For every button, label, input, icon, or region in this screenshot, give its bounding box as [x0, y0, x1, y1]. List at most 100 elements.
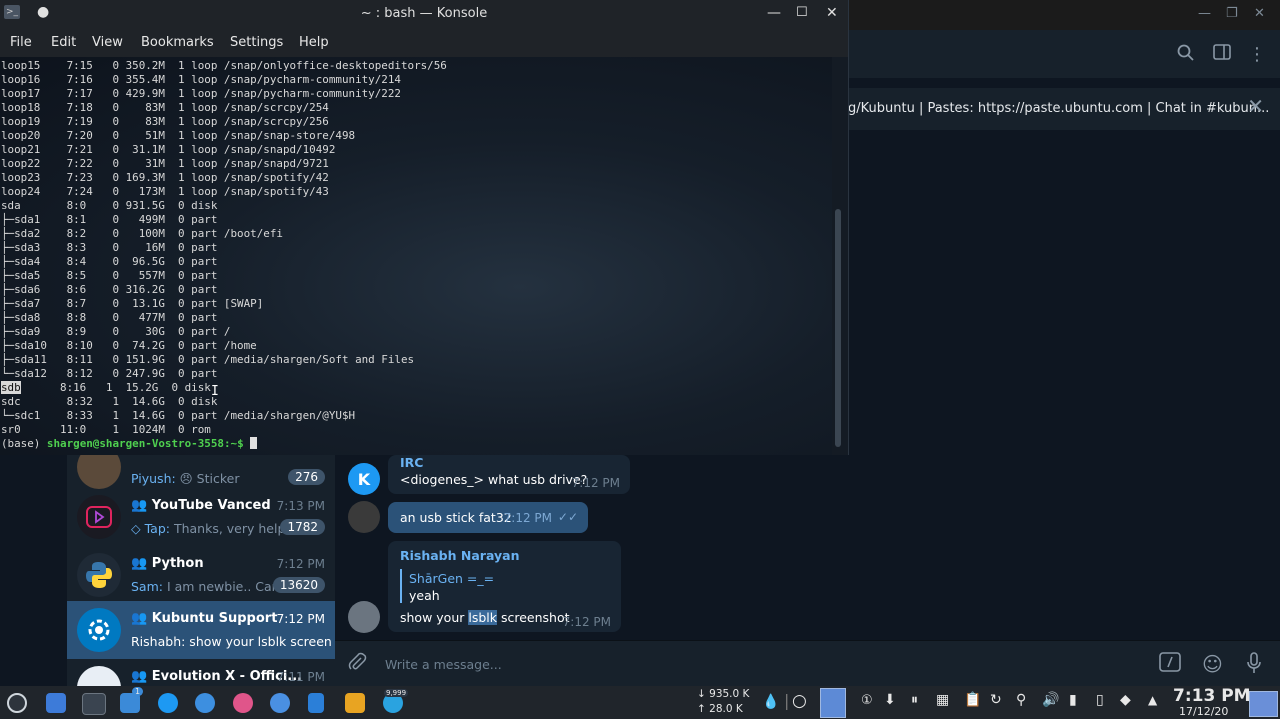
- terminal-output[interactable]: loop15 7:15 0 350.2M 1 loop /snap/onlyof…: [0, 57, 832, 455]
- wifi-icon[interactable]: ◆: [1120, 692, 1131, 708]
- youtube-vanced-avatar: [77, 495, 121, 539]
- close-pinned-icon[interactable]: ✕: [1247, 94, 1264, 118]
- sidebar-toggle-icon[interactable]: [1213, 44, 1231, 65]
- close-icon[interactable]: ✕: [1254, 6, 1265, 21]
- prompt-user: shargen@shargen-Vostro-3558: [46, 437, 224, 450]
- menu-edit[interactable]: Edit: [51, 35, 76, 50]
- chat-avatar: [77, 666, 121, 686]
- message-sender: Rishabh Narayan: [400, 548, 520, 563]
- message-text: show your lsblk screenshot: [400, 610, 570, 625]
- download-manager-icon[interactable]: [308, 693, 324, 713]
- emoji-icon[interactable]: ☺: [1202, 652, 1223, 676]
- minimize-icon[interactable]: —: [1198, 6, 1211, 21]
- circle-icon[interactable]: ○: [792, 691, 807, 711]
- telegram-titlebar: — ❐ ✕: [848, 0, 1280, 30]
- unread-badge: 13620: [272, 577, 325, 593]
- quote-text: yeah: [409, 588, 440, 603]
- python-avatar: [77, 553, 121, 597]
- clock-date[interactable]: 17/12/20: [1179, 705, 1228, 718]
- chrome-icon[interactable]: [270, 693, 290, 713]
- pinned-message-bar[interactable]: g/Kubuntu | Pastes: https://paste.ubuntu…: [848, 88, 1280, 130]
- video-player-icon[interactable]: [345, 693, 365, 713]
- clock-time[interactable]: 7:13 PM: [1173, 686, 1251, 706]
- chat-header: ⋮: [848, 30, 1280, 78]
- more-menu-icon[interactable]: ⋮: [1248, 44, 1266, 65]
- user-avatar[interactable]: [348, 601, 380, 633]
- pinned-message-text: g/Kubuntu | Pastes: https://paste.ubuntu…: [848, 101, 1270, 116]
- phone-icon[interactable]: ▯: [1096, 692, 1104, 708]
- search-icon[interactable]: [1177, 44, 1195, 67]
- telegram-badge: 9,999: [384, 689, 409, 697]
- app-launcher-icon[interactable]: [7, 693, 27, 713]
- volume-icon[interactable]: 🔊: [1042, 692, 1059, 708]
- restore-icon[interactable]: ❐: [1226, 6, 1238, 21]
- menu-help[interactable]: Help: [299, 35, 329, 50]
- commands-icon[interactable]: [1159, 652, 1181, 677]
- terminal-line: loop15 7:15 0 350.2M 1 loop /snap/onlyof…: [1, 59, 447, 72]
- download-icon[interactable]: ⬇: [884, 692, 896, 708]
- chat-name: 👥 YouTube Vanced: [131, 498, 271, 513]
- chat-time: 7:12 PM: [276, 557, 325, 571]
- terminal-line: ├─sda5 8:5 0 557M 0 part: [1, 269, 218, 282]
- terminal-text: loop15 7:15 0 350.2M 1 loop /snap/onlyof…: [1, 59, 447, 451]
- text-cursor: [250, 437, 258, 449]
- terminal-line: └─sdc1 8:33 1 14.6G 0 part /media/sharge…: [1, 409, 356, 422]
- net-upload-speed: ↑ 28.0 K: [697, 703, 743, 715]
- konsole-task-icon[interactable]: [82, 693, 106, 715]
- microphone-icon[interactable]: [1246, 652, 1262, 679]
- menu-bookmarks[interactable]: Bookmarks: [141, 35, 214, 50]
- menu-file[interactable]: File: [10, 35, 32, 50]
- kde-connect-icon[interactable]: [158, 693, 178, 713]
- show-desktop-icon[interactable]: [1249, 691, 1278, 717]
- close-icon[interactable]: ✕: [826, 5, 838, 21]
- terminal-line: sdc 8:32 1 14.6G 0 disk: [1, 395, 218, 408]
- screenshot-icon[interactable]: ▦: [936, 692, 949, 708]
- konsole-titlebar[interactable]: >_ ● ~ : bash — Konsole — ☐ ✕: [0, 0, 848, 29]
- message-composer: Write a message... ☺: [335, 640, 1280, 687]
- clipboard-icon[interactable]: 📋: [964, 692, 981, 708]
- cleaner-icon[interactable]: [233, 693, 253, 713]
- scrollbar-thumb[interactable]: [835, 209, 841, 447]
- menu-settings[interactable]: Settings: [230, 35, 283, 50]
- battery-icon[interactable]: ▮: [1069, 692, 1077, 708]
- prompt-path: :~$: [223, 437, 251, 450]
- update-icon[interactable]: ①: [861, 693, 873, 708]
- files-icon[interactable]: [120, 693, 140, 713]
- droplet-icon[interactable]: 💧: [762, 694, 779, 710]
- chat-time: 7:12 PM: [276, 612, 325, 626]
- message-outgoing[interactable]: an usb stick fat32 7:12 PM ✓✓: [388, 502, 588, 533]
- message-reply[interactable]: Rishabh Narayan ShārGen =_= yeah show yo…: [388, 541, 621, 632]
- chat-list-item[interactable]: 👥 Python 7:12 PM Sam: I am newbie.. Can …: [67, 546, 335, 604]
- menu-view[interactable]: View: [92, 35, 123, 50]
- pager-desktop-icon[interactable]: [820, 688, 846, 718]
- message-input[interactable]: Write a message...: [385, 657, 502, 672]
- attach-icon[interactable]: [347, 652, 367, 677]
- chat-list-item[interactable]: 👥 YouTube Vanced 7:13 PM ◇ Tap: Thanks, …: [67, 488, 335, 546]
- kde-avatar[interactable]: K: [348, 463, 380, 495]
- media-pause-icon[interactable]: ⏸: [911, 692, 918, 708]
- unread-badge: 1782: [280, 519, 325, 535]
- terminal-line: loop22 7:22 0 31M 1 loop /snap/snapd/972…: [1, 157, 329, 170]
- terminal-line: loop19 7:19 0 83M 1 loop /snap/scrcpy/25…: [1, 115, 329, 128]
- kde-icon: K: [357, 469, 371, 489]
- kmail-icon[interactable]: [46, 693, 66, 713]
- maximize-icon[interactable]: ☐: [796, 5, 808, 20]
- terminal-line: loop23 7:23 0 169.3M 1 loop /snap/spotif…: [1, 171, 329, 184]
- files-badge: 1: [132, 687, 144, 696]
- group-icon: 👥: [131, 611, 152, 626]
- chat-name: 👥 Kubuntu Support: [131, 611, 278, 626]
- message-irc[interactable]: IRC <diogenes_> what usb drive? 7:12 PM: [388, 455, 630, 494]
- expand-tray-icon[interactable]: ▲: [1148, 693, 1157, 707]
- chat-preview: Piyush: 😠 Sticker: [131, 471, 240, 486]
- terminal-line: loop16 7:16 0 355.4M 1 loop /snap/pychar…: [1, 73, 401, 86]
- refresh-icon[interactable]: ↻: [990, 692, 1002, 708]
- chat-list-item[interactable]: 👥 Evolution X - Offici... 7:11 PM: [67, 659, 335, 686]
- minimize-icon[interactable]: —: [767, 5, 781, 21]
- location-icon[interactable]: ⚲: [1016, 692, 1026, 708]
- chat-list-item-active[interactable]: 👥 Kubuntu Support 7:12 PM Rishabh: show …: [67, 601, 335, 659]
- user-avatar[interactable]: [348, 501, 380, 533]
- terminal-line: loop21 7:21 0 31.1M 1 loop /snap/snapd/1…: [1, 143, 336, 156]
- scrollbar[interactable]: [832, 57, 848, 455]
- discover-icon[interactable]: [195, 693, 215, 713]
- chat-list: Piyush: 😠 Sticker 276 👥 YouTube Vanced 7…: [67, 455, 335, 686]
